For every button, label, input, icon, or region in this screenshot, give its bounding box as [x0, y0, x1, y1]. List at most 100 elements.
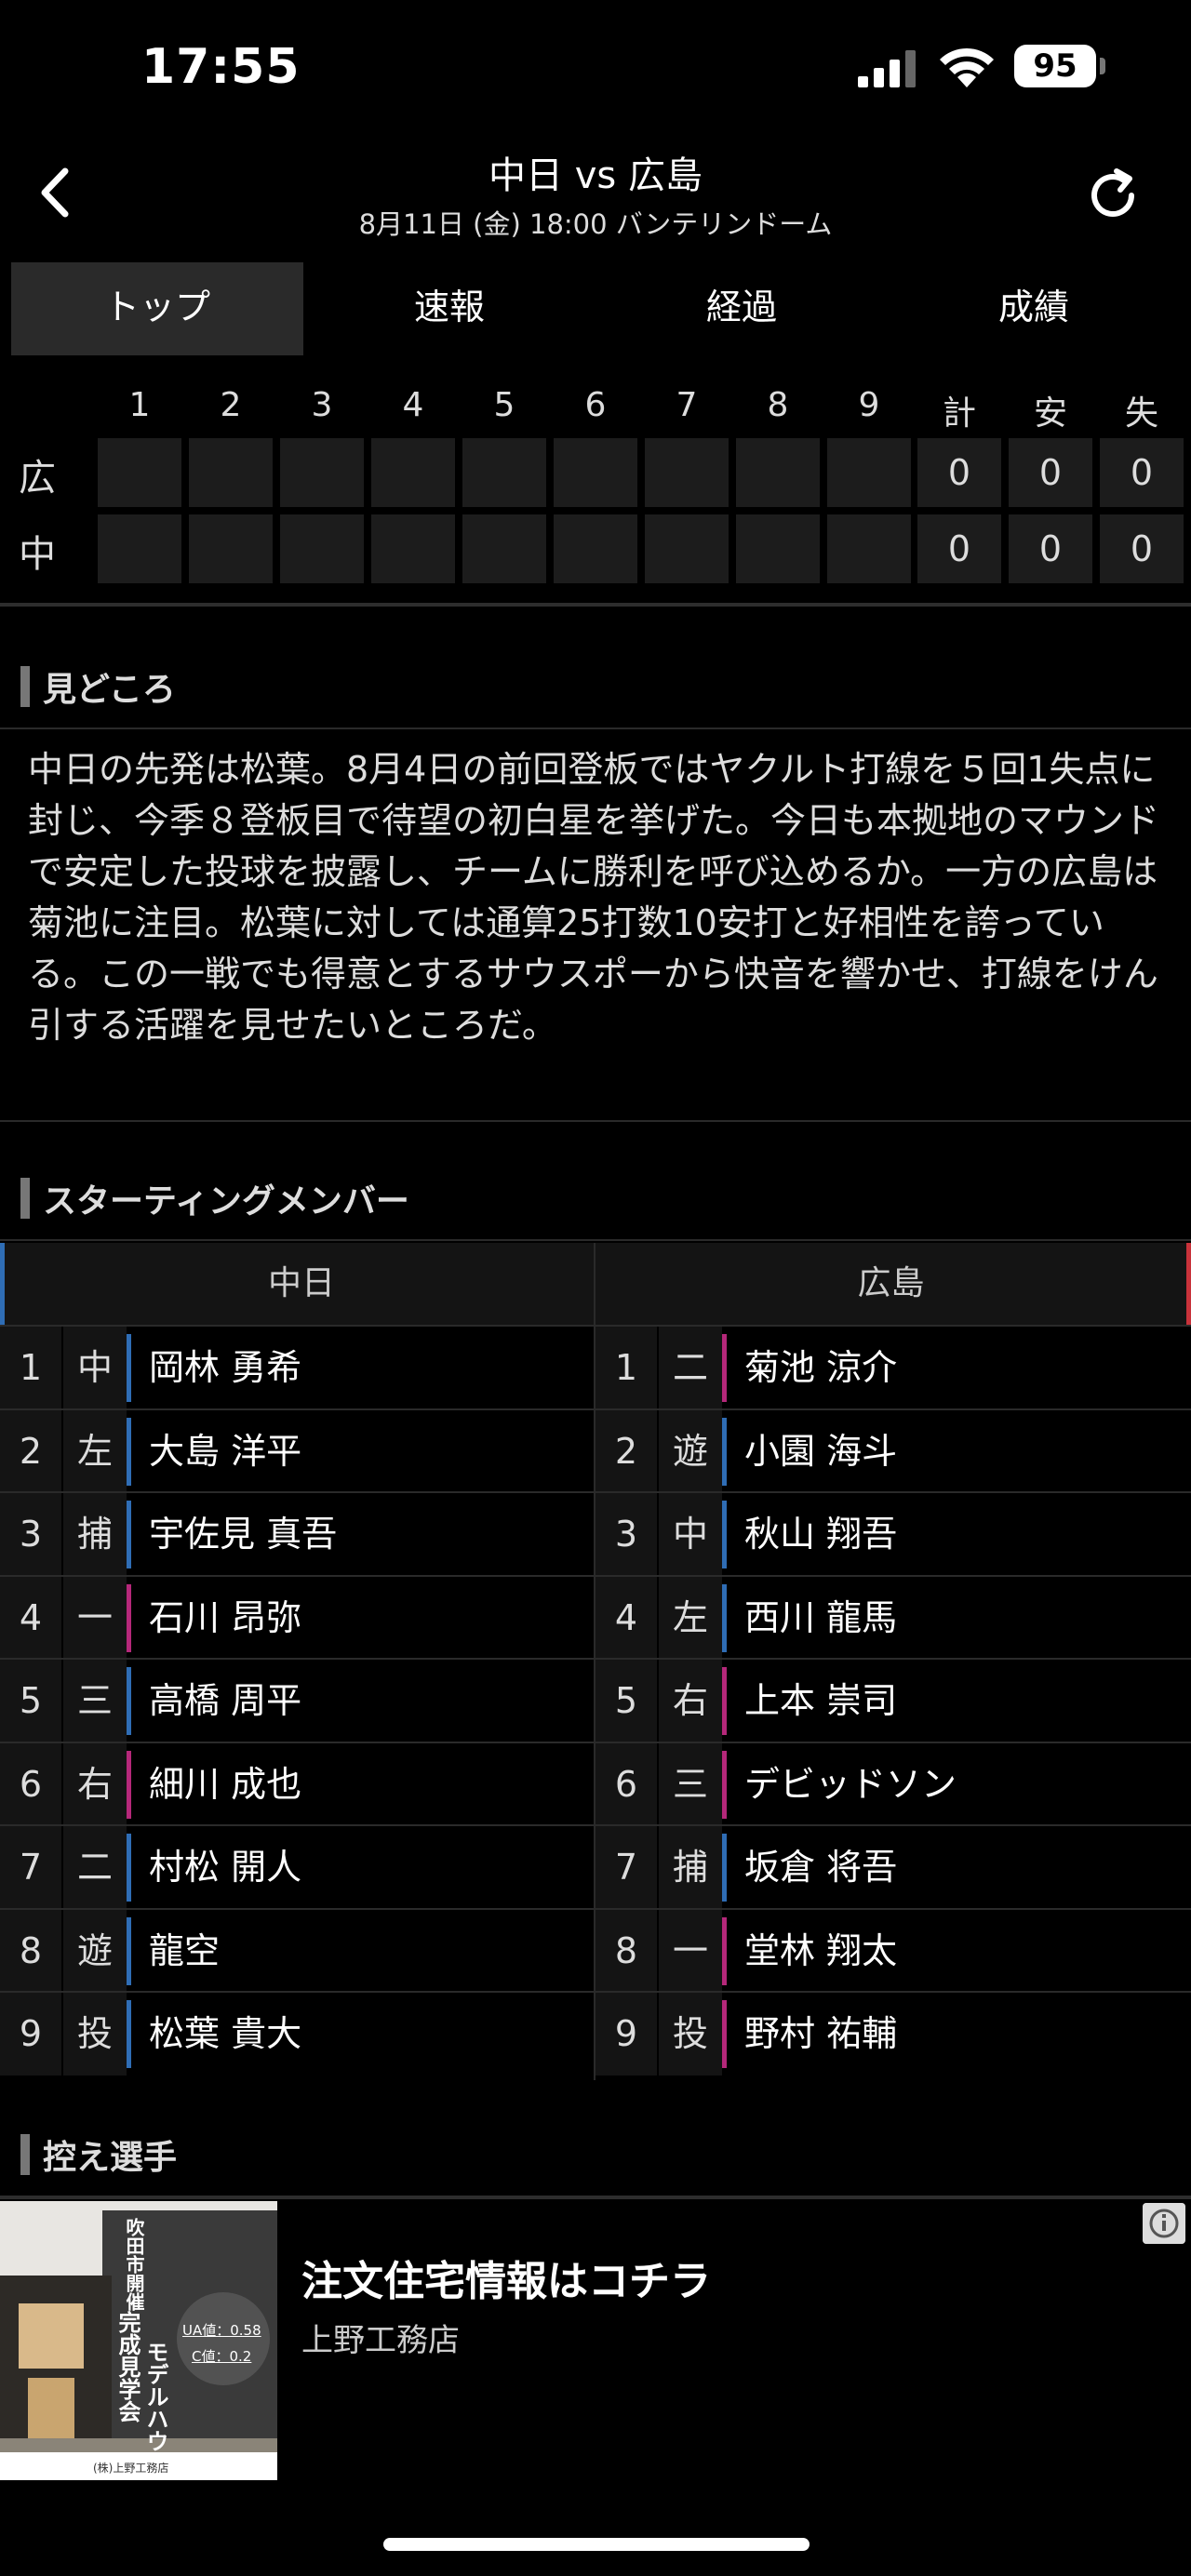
batting-hand-indicator	[127, 1834, 131, 1902]
player-name[interactable]: 坂倉 将吾	[744, 1826, 897, 1909]
scoreboard-column-header: 2	[220, 386, 242, 424]
batting-order: 9	[0, 1993, 61, 2075]
player-name[interactable]: 石川 昂弥	[149, 1577, 301, 1660]
player-name[interactable]: 野村 祐輔	[744, 1993, 897, 2075]
batting-hand-indicator	[127, 1916, 131, 1985]
team-header-away: 広島	[596, 1243, 1191, 1325]
scoreboard-column-header: 計	[942, 394, 976, 433]
ad-title[interactable]: 注文住宅情報はコチラ	[301, 2248, 711, 2307]
scoreboard-column-header: 9	[858, 386, 880, 424]
player-name[interactable]: 菊池 涼介	[744, 1327, 897, 1409]
fielding-position: 右	[63, 1742, 127, 1826]
scoreboard-column-header: 6	[584, 386, 607, 424]
batting-hand-indicator	[722, 1667, 727, 1735]
inning-score-cell	[98, 514, 181, 583]
tab-progress[interactable]: 経過	[596, 262, 888, 355]
lineup-row: 9 投松葉 貴大 9 投野村 祐輔	[0, 1991, 1191, 2075]
player-name[interactable]: 岡林 勇希	[149, 1327, 301, 1409]
tab-top[interactable]: トップ	[11, 262, 303, 355]
status-time: 17:55	[141, 39, 301, 95]
lineup-row: 6 右細川 成也 6 三デビッドソン	[0, 1741, 1191, 1826]
player-name[interactable]: 秋山 翔吾	[744, 1493, 897, 1576]
batting-hand-indicator	[127, 1501, 131, 1568]
battery-tip	[1100, 58, 1105, 74]
ad-advertiser: 上野工務店	[301, 2322, 460, 2359]
player-name[interactable]: 村松 開人	[149, 1826, 301, 1909]
batting-hand-indicator	[722, 1916, 727, 1985]
batting-hand-indicator	[722, 1334, 727, 1402]
fielding-position: 捕	[63, 1493, 127, 1576]
batting-order: 4	[596, 1576, 657, 1660]
inning-score-cell	[554, 514, 637, 583]
ad-image[interactable]: 吹田市開催 モデルハウス 完成見学会 UA値：0.58 C値：0.2 (株)上野…	[0, 2201, 277, 2480]
batting-order: 1	[596, 1327, 657, 1409]
inning-score-cell	[645, 438, 729, 507]
ad-badge: UA値：0.58	[182, 2322, 261, 2339]
player-name[interactable]: 松葉 貴大	[149, 1993, 301, 2075]
cellular-signal-icon	[858, 50, 916, 87]
player-name[interactable]: 堂林 翔太	[744, 1910, 897, 1993]
tab-stats[interactable]: 成績	[888, 262, 1180, 355]
player-name[interactable]: 小園 海斗	[744, 1410, 897, 1493]
batting-hand-indicator	[127, 2000, 131, 2068]
lineup-row: 4 一石川 昂弥 4 左西川 龍馬	[0, 1574, 1191, 1660]
player-name[interactable]: 細川 成也	[149, 1743, 301, 1826]
fielding-position: 一	[63, 1576, 127, 1660]
inning-score-cell	[827, 514, 911, 583]
batting-hand-indicator	[722, 1750, 727, 1819]
fielding-position: 三	[63, 1660, 127, 1742]
fielding-position: 遊	[63, 1909, 127, 1993]
batting-order: 3	[596, 1493, 657, 1576]
player-name[interactable]: 高橋 周平	[149, 1660, 301, 1742]
inning-score-cell	[371, 514, 455, 583]
player-name[interactable]: 西川 龍馬	[744, 1577, 897, 1660]
batting-order: 6	[596, 1742, 657, 1826]
player-name[interactable]: デビッドソン	[744, 1743, 957, 1826]
scoreboard-column-header: 5	[493, 386, 515, 424]
wifi-icon	[940, 47, 994, 87]
fielding-position: 中	[63, 1327, 127, 1409]
scoreboard-row-away: 広 000	[0, 438, 1191, 513]
scoreboard-column-header: 1	[128, 386, 151, 424]
reload-icon[interactable]	[1079, 162, 1146, 229]
fielding-position: 二	[659, 1327, 722, 1409]
inning-score-cell	[189, 438, 273, 507]
fielding-position: 三	[659, 1742, 722, 1826]
ad-info-icon[interactable]	[1143, 2203, 1185, 2244]
ad-banner-text: 完成見学会	[114, 2311, 141, 2423]
inning-score-cell	[736, 514, 820, 583]
batting-order: 7	[0, 1826, 61, 1909]
inning-score-cell	[645, 514, 729, 583]
inning-score-cell	[98, 438, 181, 507]
inning-score-cell	[280, 438, 364, 507]
fielding-position: 二	[63, 1826, 127, 1909]
errors-cell: 0	[1100, 514, 1184, 583]
batting-order: 2	[596, 1409, 657, 1493]
ad-badge: C値：0.2	[192, 2348, 252, 2365]
inning-score-cell	[827, 438, 911, 507]
fielding-position: 左	[659, 1576, 722, 1660]
batting-hand-indicator	[127, 1417, 131, 1486]
section-heading-bench: 控え選手	[20, 2130, 177, 2179]
player-name[interactable]: 上本 崇司	[744, 1660, 897, 1742]
lineup-row: 8 遊龍空 8 一堂林 翔太	[0, 1907, 1191, 1993]
game-header: 中日 vs 広島 8月11日 (金) 18:00 バンテリンドーム	[0, 140, 1191, 256]
scoreboard-column-header: 安	[1033, 394, 1067, 433]
batting-hand-indicator	[722, 1501, 727, 1568]
batting-hand-indicator	[722, 2000, 727, 2068]
lineup-row: 2 左大島 洋平 2 遊小園 海斗	[0, 1408, 1191, 1493]
player-name[interactable]: 大島 洋平	[149, 1410, 301, 1493]
batting-order: 3	[0, 1493, 61, 1576]
player-name[interactable]: 龍空	[149, 1910, 220, 1993]
batting-order: 5	[0, 1660, 61, 1742]
hits-cell: 0	[1009, 438, 1092, 507]
scoreboard-row-home: 中 000	[0, 514, 1191, 589]
inning-score-cell	[462, 514, 546, 583]
tab-live[interactable]: 速報	[303, 262, 596, 355]
ad-footer: (株)上野工務店	[93, 2462, 169, 2475]
team-label: 広	[19, 457, 56, 500]
errors-cell: 0	[1100, 438, 1184, 507]
player-name[interactable]: 宇佐見 真吾	[149, 1493, 337, 1576]
batting-hand-indicator	[127, 1334, 131, 1402]
ad-banner[interactable]: 吹田市開催 モデルハウス 完成見学会 UA値：0.58 C値：0.2 (株)上野…	[0, 2199, 1191, 2480]
